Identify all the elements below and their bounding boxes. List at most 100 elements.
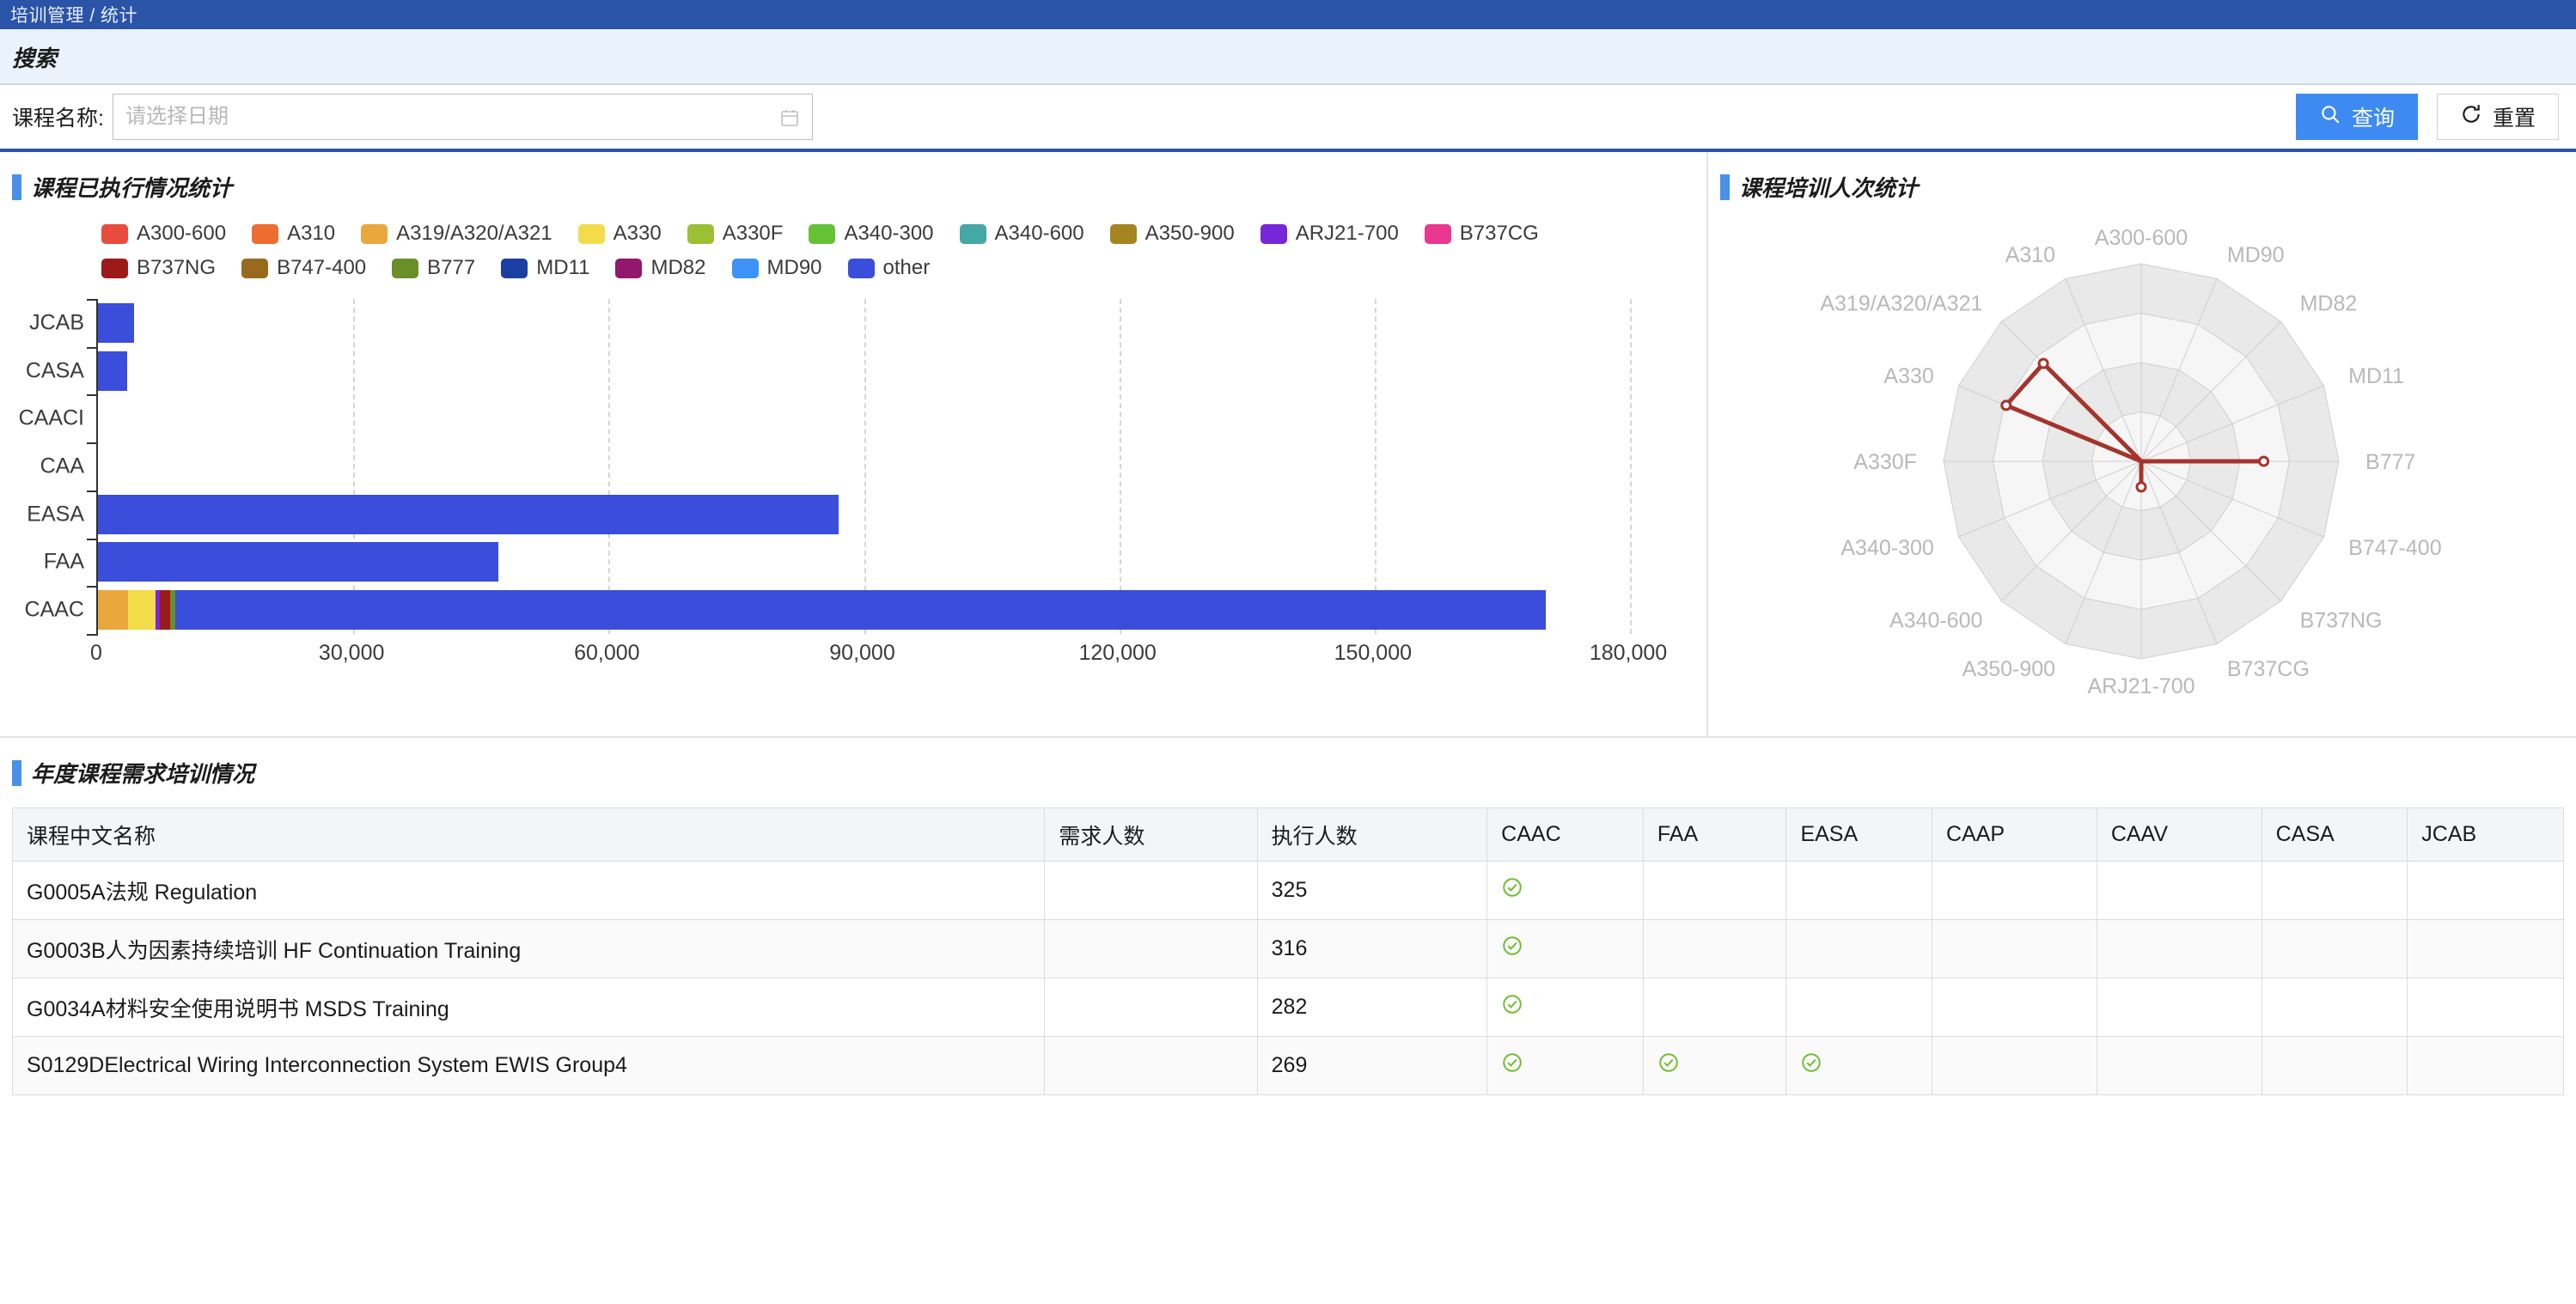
date-input[interactable]: [125, 105, 800, 129]
reset-button[interactable]: 重置: [2436, 94, 2559, 140]
agency-flag-cell: [1486, 861, 1644, 920]
legend-label: B737NG: [137, 256, 217, 279]
bar-stack[interactable]: [98, 302, 134, 343]
legend-label: A330: [613, 222, 662, 245]
agency-flag-cell: [1642, 978, 1787, 1037]
check-circle-icon: [1501, 935, 1523, 963]
table-column-header[interactable]: EASA: [1785, 807, 1933, 862]
legend-item[interactable]: A350-900: [1109, 222, 1235, 246]
table-section: 年度课程需求培训情况 课程中文名称 需求人数 执行人数 CAAC FAA EASA CAAP…: [0, 736, 2576, 1095]
agency-flag-cell: [2407, 978, 2564, 1037]
bar-segment[interactable]: [98, 590, 128, 631]
legend-label: B737CG: [1459, 222, 1539, 245]
legend-item[interactable]: A340-300: [809, 222, 934, 246]
calendar-icon[interactable]: [779, 107, 800, 132]
check-circle-icon: [1800, 1051, 1822, 1080]
bar-segment[interactable]: [98, 542, 498, 582]
agency-flag-cell: [2096, 978, 2262, 1037]
radar-data-point[interactable]: [2258, 455, 2270, 467]
table-row[interactable]: G0005A法规 Regulation 325: [11, 861, 2564, 920]
title-accent-bar: [12, 759, 21, 786]
legend-item[interactable]: B737CG: [1424, 222, 1539, 246]
bar-stack[interactable]: [98, 590, 1546, 631]
title-accent-bar: [12, 174, 21, 200]
legend-label: A330F: [722, 222, 784, 245]
legend-item[interactable]: A310: [252, 222, 335, 246]
axis-tick: [87, 394, 98, 397]
bar-chart: CAAC FAA EASA CAA CAACI CASA JCAB 0 30,000 60,00…: [0, 299, 1706, 677]
bar-category-label: EASA: [27, 502, 84, 527]
table-column-header[interactable]: 需求人数: [1044, 807, 1258, 862]
legend-item[interactable]: MD11: [501, 256, 589, 280]
agency-flag-cell: [2407, 919, 2564, 978]
legend-item[interactable]: ARJ21-700: [1260, 222, 1399, 246]
check-circle-icon: [1501, 1051, 1523, 1080]
table-row[interactable]: G0034A材料安全使用说明书 MSDS Training 282: [11, 978, 2564, 1037]
radar-svg: A300-600 MD90 MD82 MD11 B777 B747-400 B737NG B7…: [1820, 226, 2441, 698]
legend-swatch: [847, 258, 875, 278]
bar-segment[interactable]: [98, 302, 134, 343]
legend-swatch: [687, 223, 714, 244]
bar-segment[interactable]: [160, 590, 171, 631]
table-column-header[interactable]: CAAC: [1486, 807, 1644, 862]
bar-segment[interactable]: [175, 590, 1546, 631]
agency-flag-cell: [2096, 1036, 2262, 1095]
query-button-label: 查询: [2351, 107, 2395, 131]
axis-tick: [87, 442, 98, 445]
charts-row: 课程已执行情况统计 A300-600 A310 A319/A320/A321 A330…: [0, 152, 2576, 736]
search-section-title: 搜索: [12, 46, 58, 71]
table-column-header[interactable]: JCAB: [2407, 807, 2564, 862]
bar-stack[interactable]: [98, 350, 127, 391]
table-column-header[interactable]: CASA: [2261, 807, 2408, 862]
agency-flag-cell: [1642, 1036, 1787, 1095]
bar-category-label: CAAC: [24, 597, 84, 622]
radar-axis-label: MD82: [2300, 291, 2358, 315]
legend-label: MD11: [536, 256, 590, 279]
bar-segment[interactable]: [98, 350, 127, 391]
table-header-row: 课程中文名称 需求人数 执行人数 CAAC FAA EASA CAAP CAAV CASA JCA…: [11, 807, 2564, 862]
date-picker[interactable]: [112, 94, 813, 140]
table-row[interactable]: S0129DElectrical Wiring Interconnection …: [11, 1036, 2564, 1095]
table-title: 年度课程需求培训情况: [0, 738, 2576, 789]
query-button[interactable]: 查询: [2295, 94, 2418, 140]
radar-axis-label: B737CG: [2227, 657, 2310, 681]
radar-data-point[interactable]: [2135, 481, 2147, 493]
legend-item[interactable]: MD90: [731, 256, 822, 280]
legend-label: A300-600: [137, 222, 227, 245]
radar-data-point[interactable]: [2037, 357, 2049, 369]
table-column-header[interactable]: 课程中文名称: [11, 807, 1046, 862]
table-column-header[interactable]: CAAP: [1932, 807, 2097, 862]
bar-stack[interactable]: [98, 494, 839, 534]
radar-data-point[interactable]: [2000, 399, 2012, 411]
bar-segment[interactable]: [98, 494, 839, 534]
agency-flag-cell: [1932, 1036, 2097, 1095]
legend-item[interactable]: A319/A320/A321: [361, 222, 552, 246]
x-axis-tick-label: 0: [90, 641, 102, 665]
legend-item[interactable]: B747-400: [241, 256, 366, 280]
radar-axis-label: A319/A320/A321: [1820, 291, 1982, 315]
legend-item[interactable]: A340-600: [959, 222, 1084, 246]
agency-flag-cell: [1785, 1036, 1933, 1095]
bar-stack[interactable]: [98, 542, 498, 582]
table-column-header[interactable]: CAAV: [2096, 807, 2262, 862]
radar-axis-label: B737NG: [2300, 609, 2383, 633]
radar-axis-label: B777: [2365, 450, 2415, 474]
table-column-header[interactable]: 执行人数: [1256, 807, 1488, 862]
gridline: [864, 299, 866, 634]
axis-tick: [87, 634, 98, 636]
executed-cell: 316: [1256, 919, 1488, 978]
legend-item[interactable]: A330F: [687, 222, 784, 246]
agency-flag-cell: [1486, 919, 1644, 978]
legend-item[interactable]: other: [847, 256, 930, 280]
legend-item[interactable]: B777: [392, 256, 475, 280]
bar-segment[interactable]: [127, 590, 156, 631]
table-column-header[interactable]: FAA: [1642, 807, 1787, 862]
check-circle-icon: [1501, 993, 1523, 1021]
legend-item[interactable]: MD82: [615, 256, 706, 280]
legend-item[interactable]: A330: [577, 222, 662, 246]
agency-flag-cell: [2096, 919, 2262, 978]
table-row[interactable]: G0003B人为因素持续培训 HF Continuation Training 3…: [11, 919, 2564, 978]
executed-cell: 282: [1256, 978, 1488, 1037]
legend-item[interactable]: B737NG: [101, 256, 216, 280]
legend-item[interactable]: A300-600: [101, 222, 226, 246]
